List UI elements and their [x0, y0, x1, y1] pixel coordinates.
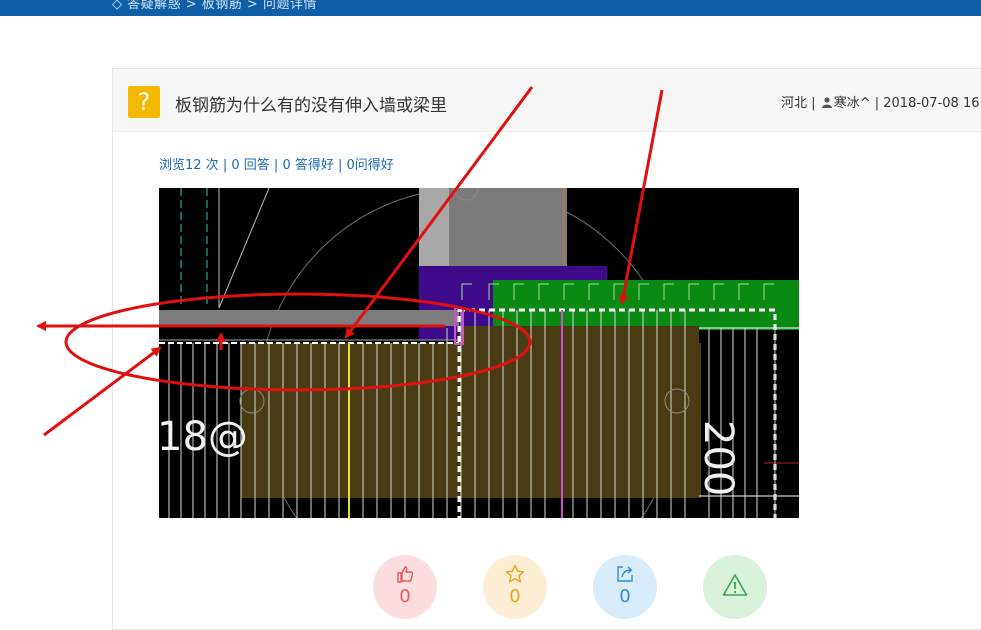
answers-count: 0 回答 — [231, 158, 270, 173]
like-button[interactable]: 0 — [373, 555, 437, 619]
like-count: 0 — [399, 586, 411, 607]
thumbs-up-icon — [397, 566, 414, 583]
breadcrumb[interactable]: ◇ 答疑解惑 > 板钢筋 > 问题详情 — [112, 0, 317, 12]
views-count: 浏览12 次 — [159, 158, 219, 173]
star-icon — [505, 564, 525, 583]
question-meta: 河北 | 寒冰^ | 2018-07-08 16: — [781, 92, 981, 111]
rebar-label-left: 18@ — [159, 414, 248, 460]
rebar-label-right: 200 — [695, 420, 741, 496]
share-icon — [617, 566, 633, 582]
cad-drawing: 18@ 200 — [159, 188, 799, 518]
report-button[interactable] — [703, 555, 767, 619]
top-nav-bar: ◇ 答疑解惑 > 板钢筋 > 问题详情 — [0, 0, 981, 16]
stats-separator: | — [222, 158, 228, 173]
question-card: ? 板钢筋为什么有的没有伸入墙或梁里 河北 | 寒冰^ | 2018-07-08… — [112, 68, 981, 630]
share-button[interactable]: 0 — [593, 555, 657, 619]
question-title: 板钢筋为什么有的没有伸入墙或梁里 — [175, 96, 447, 116]
stats-separator: | — [273, 158, 279, 173]
post-date: 2018-07-08 16: — [883, 96, 981, 111]
meta-separator: | — [874, 96, 880, 111]
question-header: ? 板钢筋为什么有的没有伸入墙或梁里 河北 | 寒冰^ | 2018-07-08… — [113, 69, 981, 132]
question-stats: 浏览12 次 | 0 回答 | 0 答得好 | 0问得好 — [159, 154, 394, 173]
cad-screenshot[interactable]: 18@ 200 — [159, 188, 799, 518]
location: 河北 — [781, 96, 808, 111]
author-name[interactable]: 寒冰^ — [834, 96, 871, 111]
warning-icon — [722, 574, 748, 596]
good-questions-count: 0问得好 — [346, 158, 394, 173]
favorite-count: 0 — [509, 586, 521, 607]
favorite-button[interactable]: 0 — [483, 555, 547, 619]
share-count: 0 — [619, 586, 631, 607]
question-mark-icon: ? — [128, 86, 160, 118]
good-answers-count: 0 答得好 — [282, 158, 334, 173]
stats-separator: | — [337, 158, 343, 173]
user-icon — [821, 97, 832, 108]
meta-separator: | — [811, 96, 816, 111]
